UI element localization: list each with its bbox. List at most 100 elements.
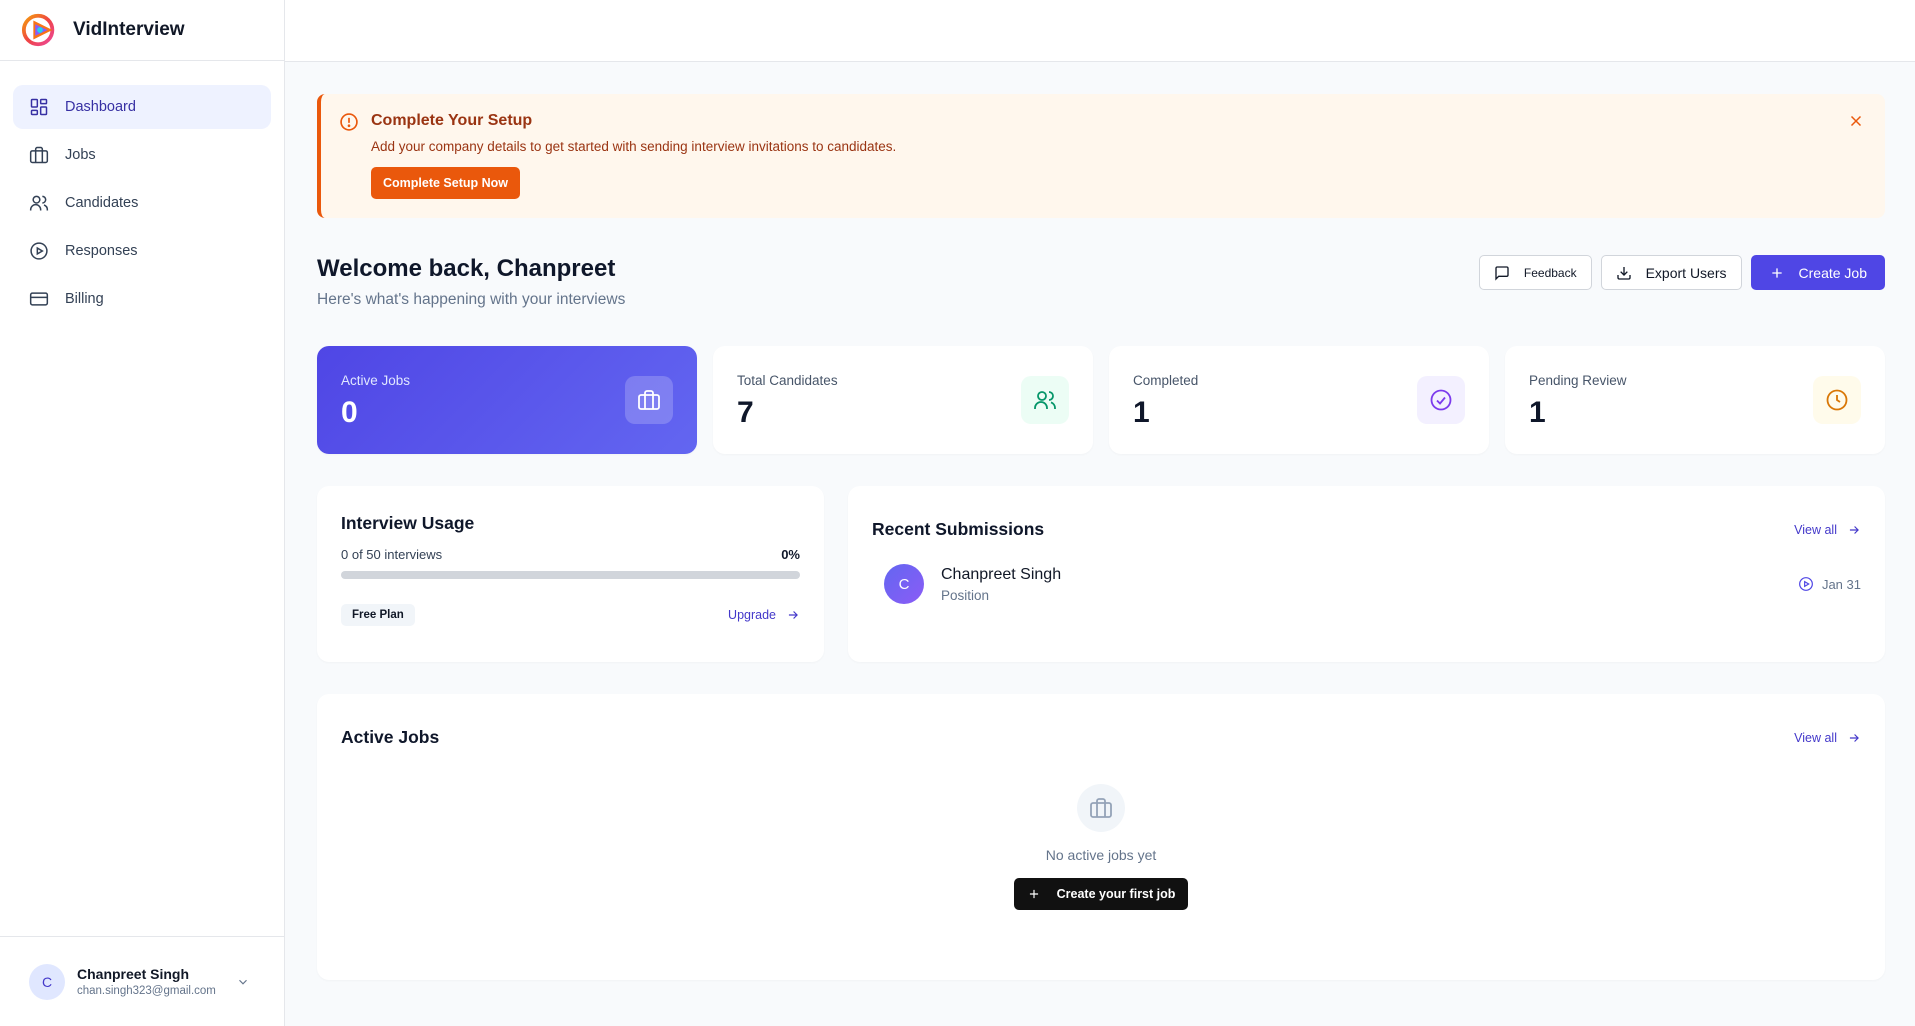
main-content: Complete Your Setup Add your company det… [317, 94, 1885, 980]
usage-title: Interview Usage [341, 513, 475, 533]
setup-alert: Complete Your Setup Add your company det… [317, 94, 1885, 218]
user-name: Chanpreet Singh [77, 966, 190, 982]
sidebar-item-label: Candidates [65, 195, 139, 211]
stats-row: Active Jobs 0 Total Candidates 7 Complet… [317, 346, 1885, 454]
alert-title: Complete Your Setup [371, 112, 533, 129]
avatar: C [29, 963, 65, 1000]
users-icon [1021, 376, 1069, 424]
feedback-button[interactable]: Feedback [1478, 255, 1592, 290]
recent-submissions-card: Recent Submissions View all C Chanpreet … [848, 486, 1885, 662]
submission-date: Jan 31 [1798, 576, 1861, 592]
avatar: C [884, 564, 924, 604]
stat-value: 1 [1529, 396, 1546, 429]
user-menu[interactable]: C Chanpreet Singh chan.singh323@gmail.co… [0, 936, 284, 1026]
sidebar-item-label: Jobs [65, 147, 96, 163]
briefcase-icon [1077, 784, 1125, 832]
complete-setup-button[interactable]: Complete Setup Now [371, 167, 521, 199]
stat-value: 7 [737, 396, 754, 429]
stat-label: Completed [1133, 373, 1199, 388]
sidebar-item-responses[interactable]: Responses [13, 229, 271, 273]
user-info: Chanpreet Singh chan.singh323@gmail.com [77, 966, 216, 997]
stat-card-completed[interactable]: Completed 1 [1109, 346, 1489, 454]
empty-text: No active jobs yet [1045, 847, 1157, 863]
interview-usage-card: Interview Usage 0 of 50 interviews 0% Fr… [317, 486, 824, 662]
export-users-label: Export Users [1645, 264, 1727, 281]
usage-footer: Free Plan Upgrade [341, 604, 800, 626]
stat-value: 1 [1133, 396, 1150, 429]
stat-label: Pending Review [1529, 373, 1627, 388]
submission-date-text: Jan 31 [1821, 576, 1861, 592]
usage-summary: 0 of 50 interviews [341, 547, 443, 562]
clock-icon [1813, 376, 1861, 424]
sidebar-item-candidates[interactable]: Candidates [13, 181, 271, 225]
stat-card-pending-review[interactable]: Pending Review 1 [1505, 346, 1885, 454]
users-icon [29, 193, 49, 213]
arrow-right-icon [1849, 525, 1859, 534]
submission-position: Position [941, 587, 990, 603]
stat-label: Total Candidates [737, 373, 838, 388]
alert-text: Add your company details to get started … [371, 139, 897, 154]
view-all-label: View all [1794, 522, 1837, 537]
sidebar-item-label: Dashboard [65, 99, 136, 115]
play-circle-icon [1799, 577, 1813, 591]
arrow-right-icon [788, 611, 798, 619]
create-first-job-button[interactable]: Create your first job [1013, 878, 1189, 910]
check-circle-icon [1417, 376, 1465, 424]
feedback-label: Feedback [1523, 265, 1577, 280]
sidebar: VidInterview Dashboard Jobs Candidates R… [0, 0, 285, 1026]
user-email: chan.singh323@gmail.com [77, 985, 216, 997]
message-square-icon [1495, 265, 1509, 281]
active-jobs-card: Active Jobs View all No active jobs yet … [317, 694, 1885, 980]
plus-icon [1771, 267, 1782, 278]
play-circle-icon [29, 241, 49, 261]
download-icon [1616, 266, 1631, 280]
briefcase-icon [29, 145, 49, 165]
create-job-label: Create Job [1798, 264, 1867, 281]
sidebar-nav: Dashboard Jobs Candidates Responses Bill… [0, 61, 284, 321]
credit-card-icon [29, 289, 49, 309]
recent-header: Recent Submissions View all [872, 519, 1861, 540]
usage-percent: 0% [781, 547, 800, 562]
arrow-right-icon [1849, 733, 1859, 742]
usage-summary-row: 0 of 50 interviews 0% [341, 547, 800, 562]
stat-card-total-candidates[interactable]: Total Candidates 7 [713, 346, 1093, 454]
stat-value: 0 [341, 396, 358, 429]
create-first-job-label: Create your first job [1056, 887, 1176, 901]
alert-circle-icon [340, 113, 358, 131]
close-icon[interactable] [1847, 112, 1865, 130]
usage-progress-bar [341, 571, 800, 579]
brand-name: VidInterview [73, 19, 185, 40]
view-all-label: View all [1794, 730, 1837, 745]
brand[interactable]: VidInterview [0, 0, 284, 61]
page-subtitle: Here's what's happening with your interv… [317, 291, 626, 308]
stat-card-active-jobs[interactable]: Active Jobs 0 [317, 346, 697, 454]
jobs-header: Active Jobs View all [341, 727, 1861, 748]
recent-title: Recent Submissions [872, 519, 1045, 539]
welcome-section: Welcome back, Chanpreet Here's what's ha… [317, 255, 1885, 315]
sidebar-item-billing[interactable]: Billing [13, 277, 271, 321]
header-actions: Feedback Export Users Create Job [1478, 255, 1885, 290]
chevron-down-icon[interactable] [236, 975, 250, 989]
brand-logo-icon [21, 13, 55, 47]
stat-label: Active Jobs [341, 373, 411, 388]
export-users-button[interactable]: Export Users [1600, 255, 1742, 290]
view-all-submissions-link[interactable]: View all [1794, 523, 1861, 537]
plan-badge: Free Plan [341, 604, 415, 626]
list-item[interactable]: C Chanpreet Singh Position Jan 31 [872, 564, 1861, 604]
upgrade-label: Upgrade [728, 608, 776, 622]
top-bar [285, 0, 1915, 62]
sidebar-item-jobs[interactable]: Jobs [13, 133, 271, 177]
sidebar-item-label: Responses [65, 243, 138, 259]
upgrade-link[interactable]: Upgrade [728, 608, 800, 622]
plus-icon [1029, 889, 1038, 899]
usage-recent-row: Interview Usage 0 of 50 interviews 0% Fr… [317, 486, 1885, 662]
jobs-title: Active Jobs [341, 727, 440, 747]
view-all-jobs-link[interactable]: View all [1794, 731, 1861, 745]
submission-info: Chanpreet Singh Position [941, 566, 1061, 603]
dashboard-icon [29, 97, 49, 117]
briefcase-icon [625, 376, 673, 424]
submission-name: Chanpreet Singh [941, 565, 1062, 583]
create-job-button[interactable]: Create Job [1750, 255, 1885, 290]
sidebar-item-dashboard[interactable]: Dashboard [13, 85, 271, 129]
sidebar-item-label: Billing [65, 291, 104, 307]
